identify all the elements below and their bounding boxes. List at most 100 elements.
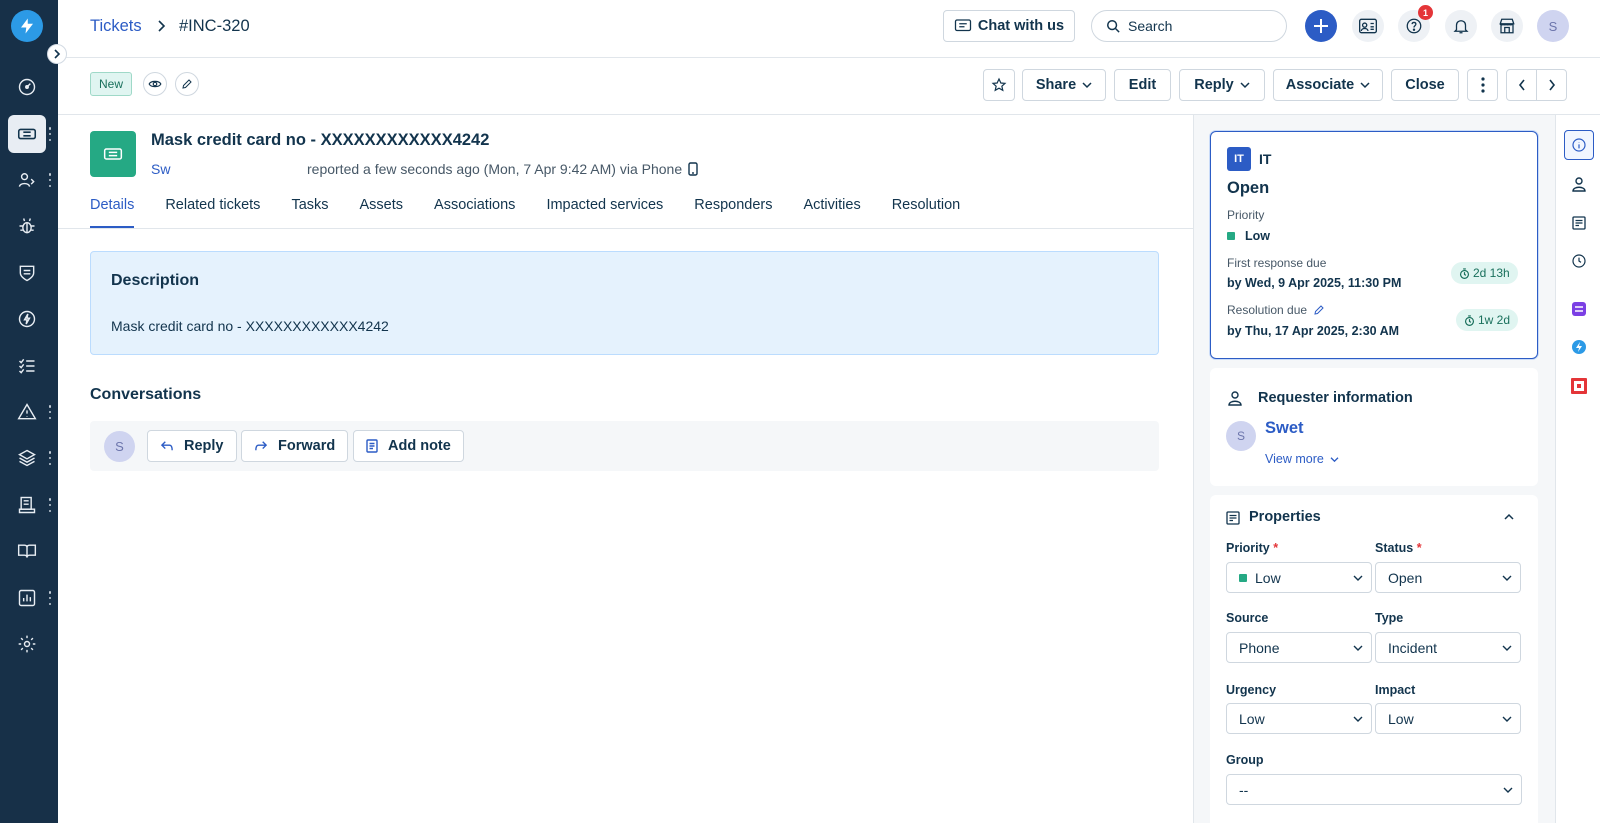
group-select[interactable]: -- [1226,774,1522,805]
history-clock-icon[interactable] [1564,246,1594,276]
reply-button[interactable]: Reply [147,430,237,462]
phone-icon [688,162,698,176]
collapse-chevron-up-icon[interactable] [1504,513,1514,521]
view-more-link[interactable]: View more [1265,452,1339,466]
tab-tasks[interactable]: Tasks [291,197,328,228]
analytics-more-icon[interactable] [48,591,52,605]
type-field-label: Type [1375,611,1404,625]
help-question-icon[interactable]: 1 [1398,5,1433,42]
apps-rail [1555,115,1600,823]
impact-select[interactable]: Low [1375,703,1521,734]
chat-with-us-button[interactable]: Chat with us [943,10,1075,42]
person-icon [1228,390,1242,406]
analytics-chart-icon[interactable] [8,579,46,617]
breadcrumb-tickets-link[interactable]: Tickets [90,17,142,36]
admin-gear-icon[interactable] [8,625,46,663]
info-icon[interactable] [1564,130,1594,160]
dashboard-icon[interactable] [8,68,46,106]
view-more-label: View more [1265,452,1324,466]
type-select[interactable]: Incident [1375,632,1521,663]
edit-pencil-icon[interactable] [175,72,199,96]
urgency-field-label: Urgency [1226,683,1277,697]
forward-button[interactable]: Forward [241,430,349,462]
resolution-label: Resolution due [1227,303,1308,317]
alerts-warning-icon[interactable] [8,393,46,431]
tasks-checklist-icon[interactable] [8,347,46,385]
chat-icon [954,18,972,34]
add-new-plus-icon[interactable] [1305,10,1337,42]
description-heading: Description [111,272,200,289]
next-ticket-icon[interactable] [1536,69,1567,101]
ticket-sidebar: IT IT Open Priority Low First response d… [1193,115,1555,823]
notifications-bell-icon[interactable] [1445,10,1477,42]
tab-associations[interactable]: Associations [434,197,515,228]
contact-card-icon[interactable] [1352,10,1384,42]
assets-more-icon[interactable] [48,451,52,465]
tickets-icon[interactable] [8,115,46,153]
forward-label: Forward [278,438,336,454]
tab-related-tickets[interactable]: Related tickets [165,197,260,228]
star-favorite-icon[interactable] [983,69,1015,101]
ticket-meta: Sw reported a few seconds ago (Mon, 7 Ap… [151,161,698,177]
contracts-icon[interactable] [8,486,46,524]
priority-select-value: Low [1255,569,1281,586]
freshworks-bolt-app-icon[interactable] [1564,332,1594,362]
urgency-select[interactable]: Low [1226,703,1372,734]
requester-heading: Requester information [1258,390,1413,406]
associate-button[interactable]: Associate [1273,69,1383,101]
status-select[interactable]: Open [1375,562,1521,593]
watch-eye-icon[interactable] [143,72,167,96]
tab-impacted-services[interactable]: Impacted services [546,197,663,228]
resolution-timer-badge: 1w 2d [1456,309,1519,331]
tab-activities[interactable]: Activities [803,197,860,228]
share-button[interactable]: Share [1022,69,1106,101]
contacts-icon[interactable] [8,161,46,199]
reported-info: reported a few seconds ago (Mon, 7 Apr 9… [307,161,683,177]
requester-person-icon[interactable] [1564,169,1594,199]
avatar: S [104,431,135,462]
changes-shield-icon[interactable] [8,254,46,292]
edit-button[interactable]: Edit [1114,69,1171,101]
reporter-link[interactable]: Sw [151,161,301,177]
releases-bolt-icon[interactable] [8,300,46,338]
tickets-more-icon[interactable] [48,127,52,141]
source-select[interactable]: Phone [1226,632,1372,663]
assets-layers-icon[interactable] [8,439,46,477]
red-app-icon[interactable] [1564,371,1594,401]
priority-select[interactable]: Low [1226,562,1372,593]
add-note-label: Add note [388,438,451,454]
previous-ticket-icon[interactable] [1506,69,1537,101]
description-box: Description Mask credit card no - XXXXXX… [90,251,1159,355]
tab-assets[interactable]: Assets [360,197,404,228]
reply-dropdown-button[interactable]: Reply [1179,69,1265,101]
group-badge: IT [1227,147,1251,171]
alerts-more-icon[interactable] [48,405,52,419]
edit-pencil-icon[interactable] [1313,304,1325,316]
expand-nav-icon[interactable] [47,44,67,64]
contracts-more-icon[interactable] [48,498,52,512]
requester-name-link[interactable]: Swet [1265,419,1304,438]
tab-resolution[interactable]: Resolution [892,197,961,228]
close-ticket-button[interactable]: Close [1391,69,1459,101]
timer-icon [1459,267,1470,279]
priority-indicator: Low [1227,229,1270,243]
first-response-timer-badge: 2d 13h [1451,262,1518,284]
contacts-more-icon[interactable] [48,173,52,187]
search-input[interactable]: Search [1091,10,1287,42]
problems-bug-icon[interactable] [8,207,46,245]
ticket-details-pane: Mask credit card no - XXXXXXXXXXXX4242 S… [58,115,1193,823]
add-note-button[interactable]: Add note [353,430,464,462]
solutions-book-icon[interactable] [8,532,46,570]
associate-label: Associate [1285,77,1355,93]
purple-app-icon[interactable] [1564,294,1594,324]
more-options-icon[interactable] [1467,69,1498,101]
reply-label: Reply [184,438,224,454]
user-avatar[interactable]: S [1537,10,1569,42]
first-response-label: First response due [1227,256,1327,270]
tab-details[interactable]: Details [90,197,135,228]
notes-icon[interactable] [1564,208,1594,238]
tab-responders[interactable]: Responders [694,197,772,228]
chevron-down-icon [1240,81,1250,89]
marketplace-store-icon[interactable] [1491,10,1523,42]
app-logo-icon[interactable] [11,10,43,42]
